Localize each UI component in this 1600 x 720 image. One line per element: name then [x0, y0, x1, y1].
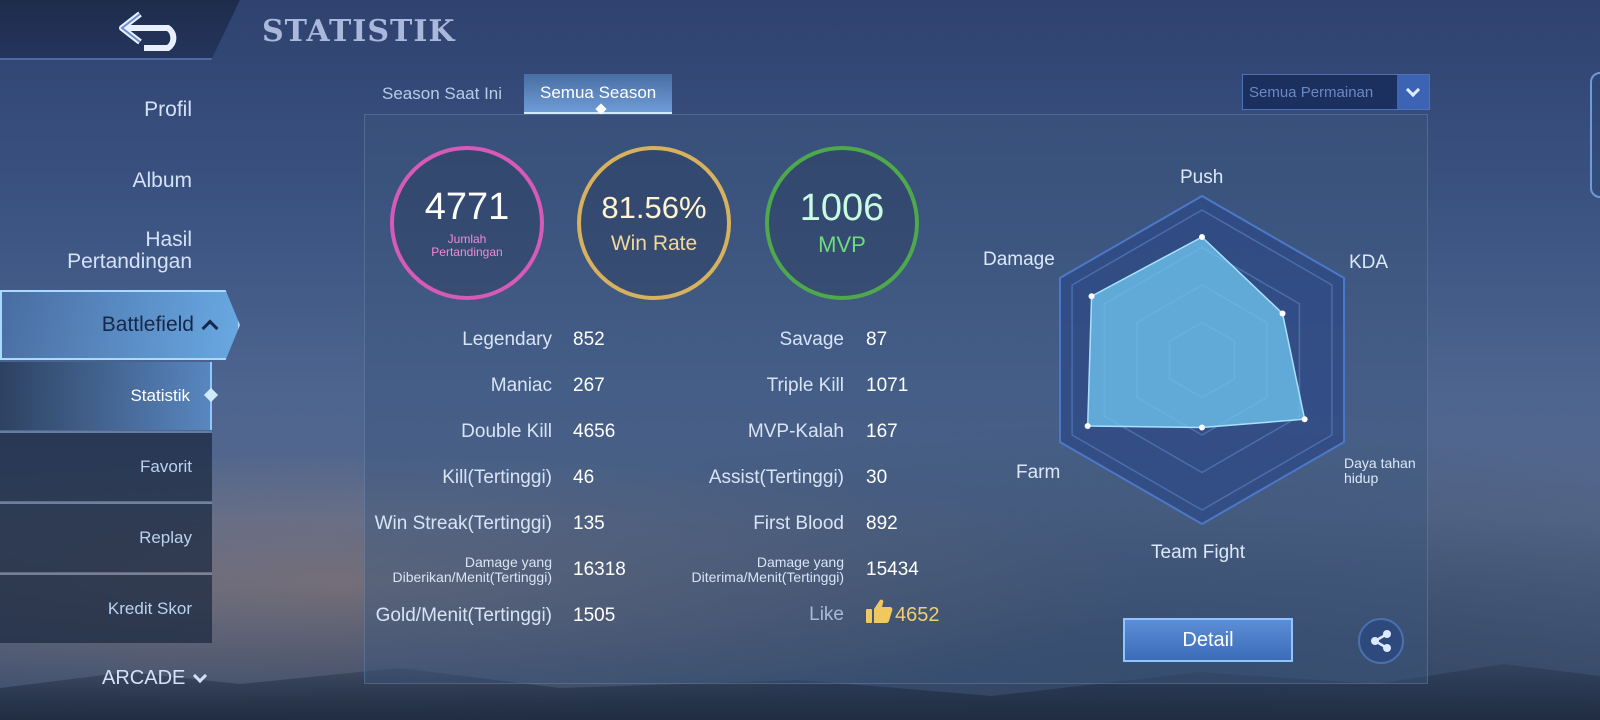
matches-label: Jumlah Pertandingan [431, 232, 503, 259]
stat-label-damage-diterima: Damage yang Diterima/Menit(Tertinggi) [691, 554, 844, 585]
like-label: Like [809, 604, 844, 625]
stat-value-damage-diberikan: 16318 [573, 559, 626, 580]
radar-label-team-fight: Team Fight [1151, 542, 1245, 563]
thumbs-up-icon [866, 599, 893, 623]
stat-value-legendary: 852 [573, 329, 605, 350]
stat-label-win-streak: Win Streak(Tertinggi) [374, 513, 552, 534]
share-button[interactable] [1358, 618, 1404, 664]
mvp-circle: 1006 MVP [765, 146, 919, 300]
sidebar-item-profil[interactable]: Profil [144, 99, 192, 121]
win-rate-label: Win Rate [610, 232, 698, 255]
subnav-item-favorit[interactable]: Favorit [0, 433, 212, 501]
detail-button[interactable]: Detail [1123, 618, 1293, 662]
sidebar-item-battlefield[interactable]: Battlefield [0, 290, 240, 360]
stat-value-assist-tertinggi: 30 [866, 467, 888, 488]
stat-value-kill-tertinggi: 46 [573, 467, 595, 488]
like-value: 4652 [895, 604, 940, 626]
stat-value-triple-kill: 1071 [866, 375, 909, 396]
stat-label-legendary: Legendary [462, 329, 552, 350]
stat-label-kill-tertinggi: Kill(Tertinggi) [442, 467, 552, 488]
back-arrow-icon [119, 11, 177, 51]
mvp-label: MVP [818, 232, 866, 257]
stat-label-maniac: Maniac [490, 375, 552, 396]
stat-label-savage: Savage [779, 329, 844, 350]
radar-label-farm: Farm [1016, 462, 1061, 483]
mvp-value: 1006 [799, 187, 885, 229]
stat-value-mvp-kalah: 167 [866, 421, 898, 442]
win-rate-value: 81.56% [601, 190, 707, 225]
stat-label-damage-diberikan: Damage yang Diberikan/Menit(Tertinggi) [392, 554, 552, 585]
subnav-item-statistik[interactable]: Statistik [0, 362, 212, 430]
share-icon [1371, 630, 1391, 652]
dropdown-value: Semua Permainan [1249, 83, 1374, 101]
edge-panel-tab[interactable] [1590, 72, 1600, 198]
stat-value-first-blood: 892 [866, 513, 898, 534]
stat-label-double-kill: Double Kill [461, 421, 552, 442]
arcade-label: ARCADE [102, 667, 186, 689]
stat-value-win-streak: 135 [573, 513, 605, 534]
stat-value-savage: 87 [866, 329, 888, 350]
stat-value-maniac: 267 [573, 375, 605, 396]
stat-value-gold-menit: 1505 [573, 605, 616, 626]
radar-label-daya-tahan-hidup: Daya tahan hidup [1344, 455, 1416, 486]
stat-label-mvp-kalah: MVP-Kalah [747, 421, 844, 442]
radar-label-damage: Damage [983, 249, 1055, 270]
chevron-down-icon [1405, 82, 1421, 97]
chevron-up-icon [201, 319, 219, 337]
dropdown-button[interactable] [1397, 75, 1429, 109]
page-title: STATISTIK [262, 14, 456, 49]
stat-label-triple-kill: Triple Kill [766, 375, 844, 396]
matches-circle: 4771 Jumlah Pertandingan [390, 146, 544, 300]
win-rate-circle: 81.56% Win Rate [577, 146, 731, 300]
sidebar-item-album[interactable]: Album [132, 170, 192, 192]
back-button[interactable] [112, 8, 192, 52]
tab-season-saat-ini[interactable]: Season Saat Ini [366, 74, 518, 114]
sidebar-item-hasil-pertandingan[interactable]: Hasil Pertandingan [32, 229, 192, 273]
sidebar-item-arcade[interactable]: ARCADE [102, 667, 208, 690]
mode-filter-dropdown[interactable]: Semua Permainan [1242, 74, 1430, 110]
radar-label-push: Push [1180, 167, 1224, 188]
chevron-down-icon [193, 668, 208, 683]
battlefield-label: Battlefield [101, 313, 194, 336]
stat-label-assist-tertinggi: Assist(Tertinggi) [708, 467, 844, 488]
radar-label-kda: KDA [1349, 252, 1389, 273]
stat-value-damage-diterima: 15434 [866, 559, 919, 580]
stat-label-first-blood: First Blood [753, 513, 844, 534]
subnav-item-replay[interactable]: Replay [0, 504, 212, 572]
stat-label-gold-menit: Gold/Menit(Tertinggi) [375, 605, 552, 626]
subnav-item-kredit-skor[interactable]: Kredit Skor [0, 575, 212, 643]
stat-value-double-kill: 4656 [573, 421, 616, 442]
matches-value: 4771 [424, 186, 510, 228]
